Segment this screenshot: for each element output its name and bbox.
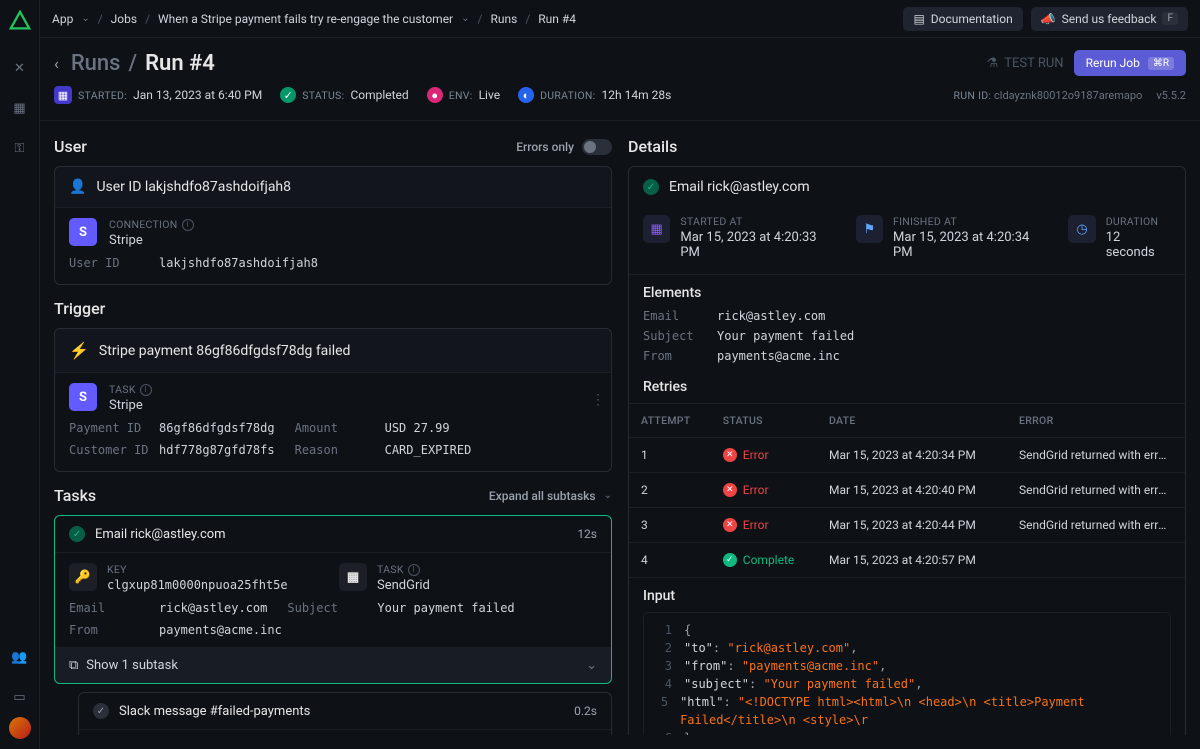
rerun-job-button[interactable]: Rerun Job ⌘R bbox=[1074, 50, 1186, 76]
input-code: 1{2 "to": "rick@astley.com",3 "from": "p… bbox=[643, 612, 1171, 735]
trigger-card: ⚡ Stripe payment 86gf86dfgdsf78dg failed… bbox=[54, 328, 612, 472]
errors-only-toggle[interactable] bbox=[582, 139, 612, 155]
chevron-down-icon[interactable]: ⌄ bbox=[604, 490, 612, 501]
info-icon[interactable]: i bbox=[408, 564, 420, 576]
stripe-icon: S bbox=[69, 383, 97, 411]
table-header: STATUS bbox=[711, 404, 817, 438]
stripe-icon: S bbox=[69, 218, 97, 246]
key-icon: 🔑 bbox=[69, 563, 97, 591]
table-row[interactable]: 1✕ErrorMar 15, 2023 at 4:20:34 PMSendGri… bbox=[629, 438, 1185, 473]
table-header: ERROR bbox=[1007, 404, 1185, 438]
task-slack[interactable]: ✓ Slack message #failed-payments 0.2s 🔑 … bbox=[78, 692, 612, 735]
more-icon[interactable]: ⋮ bbox=[591, 392, 605, 408]
rail-users-icon[interactable]: 👥 bbox=[10, 647, 30, 667]
flag-icon: ⚑ bbox=[864, 222, 876, 237]
table-row[interactable]: 3✕ErrorMar 15, 2023 at 4:20:44 PMSendGri… bbox=[629, 508, 1185, 543]
logo-icon bbox=[9, 10, 31, 32]
retries-table: ATTEMPTSTATUSDATEERROR 1✕ErrorMar 15, 20… bbox=[629, 403, 1185, 578]
user-heading: User bbox=[54, 137, 87, 156]
documentation-button[interactable]: ▤ Documentation bbox=[903, 7, 1022, 31]
breadcrumb: App⌄ / Jobs / When a Stripe payment fail… bbox=[52, 12, 895, 26]
book-icon: ▤ bbox=[913, 12, 924, 26]
elements-heading: Elements bbox=[643, 285, 1171, 301]
table-row[interactable]: 4✓CompleteMar 15, 2023 at 4:20:57 PM bbox=[629, 543, 1185, 578]
meta-env: ● ENV: Live bbox=[427, 87, 500, 103]
tasks-heading: Tasks bbox=[54, 486, 96, 505]
details-heading: Details bbox=[628, 137, 677, 156]
show-subtask-button[interactable]: ⧉ Show 1 subtask ⌄ bbox=[55, 647, 611, 683]
check-icon: ✓ bbox=[69, 526, 85, 542]
check-icon: ✓ bbox=[643, 179, 659, 195]
element-row: SubjectYour payment failed bbox=[643, 329, 1171, 343]
person-icon: 👤 bbox=[69, 179, 86, 195]
meta-duration: ◐ DURATION: 12h 14m 28s bbox=[518, 87, 671, 103]
meta-started: ▦ STARTED: Jan 13, 2023 at 6:40 PM bbox=[54, 86, 262, 104]
chevron-down-icon[interactable]: ⌄ bbox=[81, 13, 89, 24]
megaphone-icon: 📣 bbox=[1041, 12, 1056, 26]
element-row: Emailrick@astley.com bbox=[643, 309, 1171, 323]
header-runs[interactable]: Runs bbox=[71, 51, 121, 76]
back-arrow-icon[interactable]: ‹ bbox=[54, 54, 59, 73]
avatar[interactable] bbox=[9, 717, 31, 739]
table-row[interactable]: 2✕ErrorMar 15, 2023 at 4:20:40 PMSendGri… bbox=[629, 473, 1185, 508]
crumb-job[interactable]: When a Stripe payment fails try re-engag… bbox=[158, 12, 453, 26]
sendgrid-icon: ▦ bbox=[339, 563, 367, 591]
errors-only-label: Errors only bbox=[516, 140, 574, 154]
details-card: ✓ Email rick@astley.com ▦ STARTED AT Mar… bbox=[628, 166, 1186, 735]
expand-subtasks[interactable]: Expand all subtasks bbox=[489, 489, 596, 503]
crumb-jobs[interactable]: Jobs bbox=[111, 12, 137, 26]
retries-heading: Retries bbox=[643, 379, 1171, 395]
check-icon: ✓ bbox=[93, 703, 109, 719]
trigger-heading: Trigger bbox=[54, 299, 105, 318]
started-at: ▦ STARTED AT Mar 15, 2023 at 4:20:33 PM bbox=[643, 215, 836, 260]
rail-tools-icon[interactable]: ✕ bbox=[10, 58, 30, 78]
chevron-down-icon[interactable]: ⌄ bbox=[461, 13, 469, 24]
feedback-button[interactable]: 📣 Send us feedback F bbox=[1031, 7, 1188, 31]
left-rail: ✕ ▦ ⚿ 👥 ▭ bbox=[0, 0, 40, 749]
clock-icon: ◷ bbox=[1076, 222, 1087, 237]
rail-billing-icon[interactable]: ▭ bbox=[10, 687, 30, 707]
copy-icon: ⧉ bbox=[69, 658, 78, 673]
clock-icon: ◐ bbox=[518, 87, 534, 103]
topbar: App⌄ / Jobs / When a Stripe payment fail… bbox=[40, 0, 1200, 38]
crumb-app[interactable]: App bbox=[52, 12, 73, 26]
meta-status: ✓ STATUS: Completed bbox=[280, 87, 409, 103]
env-icon: ● bbox=[427, 87, 443, 103]
rail-apps-icon[interactable]: ▦ bbox=[10, 98, 30, 118]
check-icon: ✓ bbox=[280, 87, 296, 103]
info-icon[interactable]: i bbox=[140, 384, 152, 396]
version: v5.5.2 bbox=[1156, 89, 1186, 102]
test-run-button[interactable]: ⚗ TEST RUN bbox=[987, 56, 1064, 71]
left-column: User Errors only 👤 User ID lakjshdfo87as… bbox=[54, 135, 612, 735]
page-title: Run #4 bbox=[145, 51, 215, 76]
rail-keys-icon[interactable]: ⚿ bbox=[10, 138, 30, 158]
chevron-down-icon: ⌄ bbox=[586, 658, 597, 673]
input-heading: Input bbox=[643, 588, 1171, 604]
bolt-icon: ⚡ bbox=[69, 341, 89, 360]
finished-at: ⚑ FINISHED AT Mar 15, 2023 at 4:20:34 PM bbox=[856, 215, 1049, 260]
table-header: ATTEMPT bbox=[629, 404, 711, 438]
calendar-icon: ▦ bbox=[54, 86, 72, 104]
info-icon[interactable]: i bbox=[182, 219, 194, 231]
page-header: ‹ Runs / Run #4 ⚗ TEST RUN Rerun Job ⌘R bbox=[40, 38, 1200, 121]
right-column: Details ✓ Email rick@astley.com ▦ STARTE… bbox=[628, 135, 1186, 735]
run-id: cldayznk80012o9187aremapo bbox=[994, 89, 1142, 102]
user-card: 👤 User ID lakjshdfo87ashdoifjah8 S CONNE… bbox=[54, 166, 612, 285]
element-row: Frompayments@acme.inc bbox=[643, 349, 1171, 363]
duration: ◷ DURATION 12 seconds bbox=[1068, 215, 1171, 260]
task-email[interactable]: ✓ Email rick@astley.com 12s 🔑 KEY clgxup… bbox=[54, 515, 612, 684]
crumb-run[interactable]: Run #4 bbox=[538, 12, 576, 26]
flask-icon: ⚗ bbox=[987, 56, 999, 71]
calendar-icon: ▦ bbox=[651, 222, 663, 237]
table-header: DATE bbox=[817, 404, 1007, 438]
crumb-runs[interactable]: Runs bbox=[490, 12, 517, 26]
